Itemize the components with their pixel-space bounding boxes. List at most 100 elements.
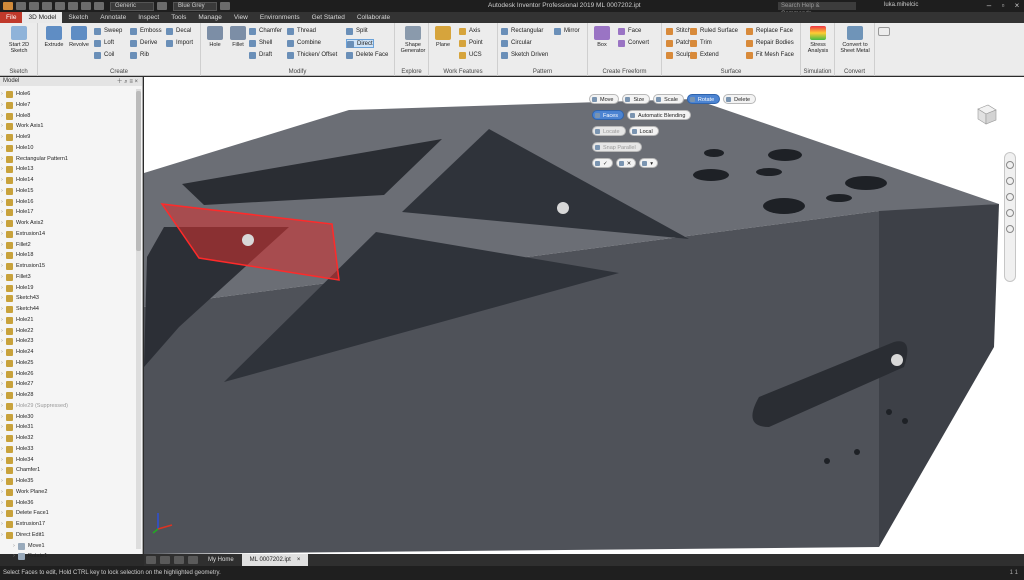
tab-inspect[interactable]: Inspect [132, 12, 165, 23]
tab-collaborate[interactable]: Collaborate [351, 12, 396, 23]
tab-environments[interactable]: Environments [254, 12, 306, 23]
tab-tools[interactable]: Tools [165, 12, 192, 23]
combine-button[interactable]: Combine [287, 39, 321, 48]
browser-node[interactable]: › Hole19 [0, 283, 136, 294]
options-icon[interactable]: ▾ [639, 157, 658, 168]
replace-face-button[interactable]: Replace Face [746, 27, 793, 36]
expand-icon[interactable]: › [1, 175, 3, 186]
expand-icon[interactable]: › [1, 326, 3, 337]
menu-icon[interactable] [188, 556, 198, 564]
graphics-viewport[interactable]: Move Size Scale Rotate Delete Faces Automati… [144, 77, 1024, 554]
browser-node[interactable]: › Hole15 [0, 186, 136, 197]
sweep-button[interactable]: Sweep [94, 27, 122, 36]
full-navigation-wheel-icon[interactable] [1006, 161, 1014, 169]
expand-icon[interactable]: › [1, 100, 3, 111]
hole-button[interactable]: Hole [203, 26, 227, 48]
browser-node[interactable]: › Rotate1 [0, 551, 136, 562]
save-icon[interactable] [42, 2, 52, 10]
browser-node[interactable]: › Sketch44 [0, 304, 136, 315]
freeform-face-button[interactable]: Face [618, 27, 641, 36]
expand-icon[interactable]: › [1, 369, 3, 380]
browser-node[interactable]: › Hole30 [0, 412, 136, 423]
loft-button[interactable]: Loft [94, 39, 114, 48]
browser-node[interactable]: › Fillet2 [0, 240, 136, 251]
browser-node[interactable]: › Hole9 [0, 132, 136, 143]
help-search-input[interactable]: Search Help & Commands... [778, 2, 856, 17]
ribbon-options-icon[interactable] [878, 27, 890, 36]
browser-node[interactable]: › Hole14 [0, 175, 136, 186]
expand-icon[interactable]: › [1, 132, 3, 143]
split-button[interactable]: Split [346, 27, 368, 36]
revolve-button[interactable]: Revolve [67, 26, 91, 48]
layout-icon[interactable] [146, 556, 156, 564]
browser-node[interactable]: › Work Axis1 [0, 121, 136, 132]
expand-icon[interactable]: › [1, 401, 3, 412]
expand-icon[interactable]: › [1, 347, 3, 358]
new-icon[interactable] [16, 2, 26, 10]
home-icon[interactable] [81, 2, 91, 10]
browser-node[interactable]: › Fillet3 [0, 272, 136, 283]
expand-icon[interactable]: › [1, 240, 3, 251]
face-marker-icon[interactable] [557, 202, 569, 214]
browser-node[interactable]: › Hole27 [0, 379, 136, 390]
thicken-offset-button[interactable]: Thicken/ Offset [287, 51, 337, 60]
freeform-convert-button[interactable]: Convert [618, 39, 649, 48]
patch-button[interactable]: Patch [666, 39, 691, 48]
expand-icon[interactable]: › [1, 412, 3, 423]
expand-icon[interactable]: › [1, 272, 3, 283]
expand-icon[interactable]: › [1, 519, 3, 530]
extend-button[interactable]: Extend [690, 51, 719, 60]
browser-node[interactable]: › Hole26 [0, 369, 136, 380]
expand-icon[interactable]: › [1, 293, 3, 304]
expand-icon[interactable]: › [1, 390, 3, 401]
browser-node[interactable]: › Hole13 [0, 164, 136, 175]
trim-button[interactable]: Trim [690, 39, 712, 48]
delete-button[interactable]: Delete [723, 93, 757, 104]
undo-icon[interactable] [55, 2, 65, 10]
browser-node[interactable]: › Hole10 [0, 143, 136, 154]
move-button[interactable]: Move [589, 93, 620, 104]
orbit-icon[interactable] [1006, 209, 1014, 217]
mirror-button[interactable]: Mirror [554, 27, 580, 36]
app-menu-icon[interactable] [3, 2, 13, 10]
expand-icon[interactable]: › [1, 455, 3, 466]
expand-icon[interactable]: › [1, 508, 3, 519]
face-marker-icon[interactable] [891, 354, 903, 366]
delete-face-button[interactable]: Delete Face [346, 51, 388, 60]
browser-node[interactable]: › Rectangular Pattern1 [0, 154, 136, 165]
expand-icon[interactable]: › [1, 315, 3, 326]
tab-annotate[interactable]: Annotate [94, 12, 132, 23]
sculpt-button[interactable]: Sculpt [666, 51, 693, 60]
expand-icon[interactable]: › [1, 229, 3, 240]
face-marker-icon[interactable] [242, 234, 254, 246]
browser-node[interactable]: › Hole35 [0, 476, 136, 487]
browser-node[interactable]: › Hole32 [0, 433, 136, 444]
doc-tab-my-home[interactable]: My Home [200, 554, 242, 566]
browser-node[interactable]: › Extrusion14 [0, 229, 136, 240]
browser-node[interactable]: › Chamfer1 [0, 465, 136, 476]
point-button[interactable]: Point [459, 39, 483, 48]
derive-button[interactable]: Derive [130, 39, 157, 48]
expand-icon[interactable]: › [1, 154, 3, 165]
browser-node[interactable]: › Work Axis2 [0, 218, 136, 229]
minimize-icon[interactable]: – [982, 1, 996, 11]
appearance-combo[interactable]: Generic [110, 1, 154, 11]
scale-button[interactable]: Scale [653, 93, 684, 104]
browser-node[interactable]: › Hole18 [0, 250, 136, 261]
expand-icon[interactable]: › [1, 261, 3, 272]
browser-node[interactable]: › Extrusion17 [0, 519, 136, 530]
expand-icon[interactable]: › [13, 541, 15, 552]
freeform-box-button[interactable]: Box [590, 26, 614, 48]
open-icon[interactable] [29, 2, 39, 10]
expand-icon[interactable]: › [1, 186, 3, 197]
tab-view[interactable]: View [228, 12, 254, 23]
expand-icon[interactable]: › [1, 304, 3, 315]
browser-node[interactable]: › Hole25 [0, 358, 136, 369]
circular-pattern-button[interactable]: Circular [501, 39, 532, 48]
direct-button[interactable]: Direct [346, 39, 374, 48]
maximize-icon[interactable]: ▫ [996, 1, 1010, 11]
browser-node[interactable]: › Hole24 [0, 347, 136, 358]
expand-icon[interactable]: › [1, 530, 3, 541]
import-button[interactable]: Import [166, 39, 193, 48]
expand-icon[interactable]: › [1, 444, 3, 455]
